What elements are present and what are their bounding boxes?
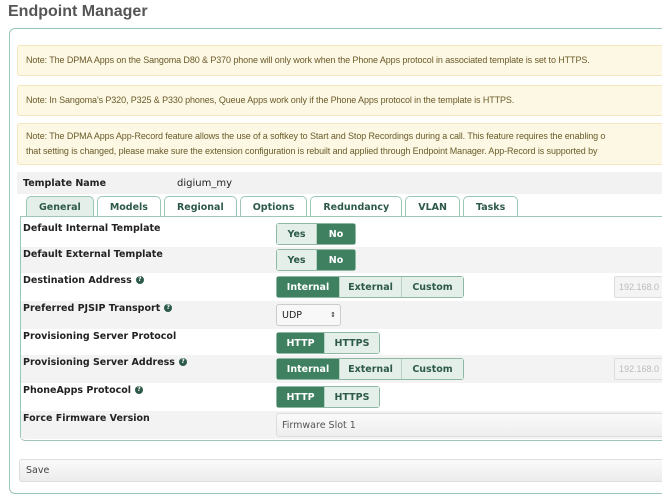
- destination-address-input[interactable]: 192.168.0: [614, 276, 662, 298]
- field-label: Provisioning Server Protocol: [23, 331, 177, 342]
- help-icon[interactable]: ?: [178, 358, 187, 366]
- updown-arrow-icon: ⇕: [330, 311, 336, 319]
- internal-button[interactable]: Internal: [277, 277, 340, 297]
- custom-button[interactable]: Custom: [402, 359, 463, 379]
- row-provisioning-address: Provisioning Server Address? Internal Ex…: [21, 355, 662, 383]
- no-button[interactable]: No: [317, 224, 355, 244]
- phoneapps-protocol-toggle: HTTP HTTPS: [276, 386, 380, 408]
- yes-button[interactable]: Yes: [277, 250, 317, 270]
- template-name-row: Template Name digium_my: [17, 172, 662, 194]
- field-label: PhoneApps Protocol: [23, 385, 132, 396]
- provisioning-address-toggle: Internal External Custom: [276, 358, 464, 380]
- select-value: UDP: [282, 309, 302, 321]
- firmware-select[interactable]: Firmware Slot 1: [276, 413, 662, 437]
- note-queue-apps: Note: In Sangoma's P320, P325 & P330 pho…: [17, 85, 662, 116]
- row-force-firmware: Force Firmware Version Firmware Slot 1: [21, 411, 662, 439]
- help-icon[interactable]: ?: [135, 276, 144, 284]
- note-text: that setting is changed, please make sur…: [26, 146, 598, 156]
- note-text: Note: The DPMA Apps App-Record feature a…: [26, 131, 606, 141]
- https-button[interactable]: HTTPS: [325, 387, 379, 407]
- tab-tasks[interactable]: Tasks: [462, 196, 519, 217]
- yes-button[interactable]: Yes: [277, 224, 317, 244]
- field-label: Preferred PJSIP Transport: [23, 303, 161, 314]
- provisioning-address-input[interactable]: 192.168.0: [614, 358, 662, 380]
- tab-options[interactable]: Options: [239, 196, 308, 217]
- no-button[interactable]: No: [317, 250, 355, 270]
- tab-models[interactable]: Models: [96, 196, 161, 217]
- destination-address-toggle: Internal External Custom: [276, 276, 464, 298]
- template-name-label: Template Name: [23, 177, 107, 189]
- http-button[interactable]: HTTP: [277, 333, 325, 353]
- template-name-value: digium_my: [177, 177, 232, 189]
- external-button[interactable]: External: [340, 277, 402, 297]
- save-button[interactable]: Save: [19, 459, 662, 482]
- default-external-toggle: Yes No: [276, 249, 356, 271]
- default-internal-toggle: Yes No: [276, 223, 356, 245]
- note-text: Note: In Sangoma's P320, P325 & P330 pho…: [26, 95, 515, 105]
- https-button[interactable]: HTTPS: [325, 333, 379, 353]
- row-phoneapps-protocol: PhoneApps Protocol? HTTP HTTPS: [21, 383, 662, 411]
- help-icon[interactable]: ?: [135, 386, 144, 394]
- field-label: Default Internal Template: [23, 223, 161, 234]
- note-text: Note: The DPMA Apps on the Sangoma D80 &…: [26, 55, 590, 65]
- internal-button[interactable]: Internal: [277, 359, 340, 379]
- field-label: Provisioning Server Address: [23, 357, 175, 368]
- field-label: Destination Address: [23, 275, 132, 286]
- pjsip-transport-select[interactable]: UDP ⇕: [276, 304, 341, 326]
- page-title: Endpoint Manager: [8, 3, 148, 20]
- row-default-internal: Default Internal Template Yes No: [21, 221, 662, 247]
- note-dpma-https: Note: The DPMA Apps on the Sangoma D80 &…: [17, 45, 662, 76]
- field-label: Default External Template: [23, 249, 163, 260]
- external-button[interactable]: External: [340, 359, 402, 379]
- custom-button[interactable]: Custom: [402, 277, 463, 297]
- tab-general[interactable]: General: [26, 196, 94, 217]
- tab-regional[interactable]: Regional: [163, 196, 237, 217]
- tab-bar: General Models Regional Options Redundan…: [26, 196, 519, 217]
- row-destination-address: Destination Address? Internal External C…: [21, 273, 662, 301]
- field-label: Force Firmware Version: [23, 413, 150, 424]
- http-button[interactable]: HTTP: [277, 387, 325, 407]
- row-default-external: Default External Template Yes No: [21, 247, 662, 273]
- help-icon[interactable]: ?: [164, 304, 173, 312]
- provisioning-protocol-toggle: HTTP HTTPS: [276, 332, 380, 354]
- note-app-record: Note: The DPMA Apps App-Record feature a…: [17, 123, 662, 165]
- row-pjsip-transport: Preferred PJSIP Transport? UDP ⇕: [21, 301, 662, 329]
- tab-vlan[interactable]: VLAN: [405, 196, 460, 217]
- tab-redundancy[interactable]: Redundancy: [310, 196, 403, 217]
- row-provisioning-protocol: Provisioning Server Protocol HTTP HTTPS: [21, 329, 662, 355]
